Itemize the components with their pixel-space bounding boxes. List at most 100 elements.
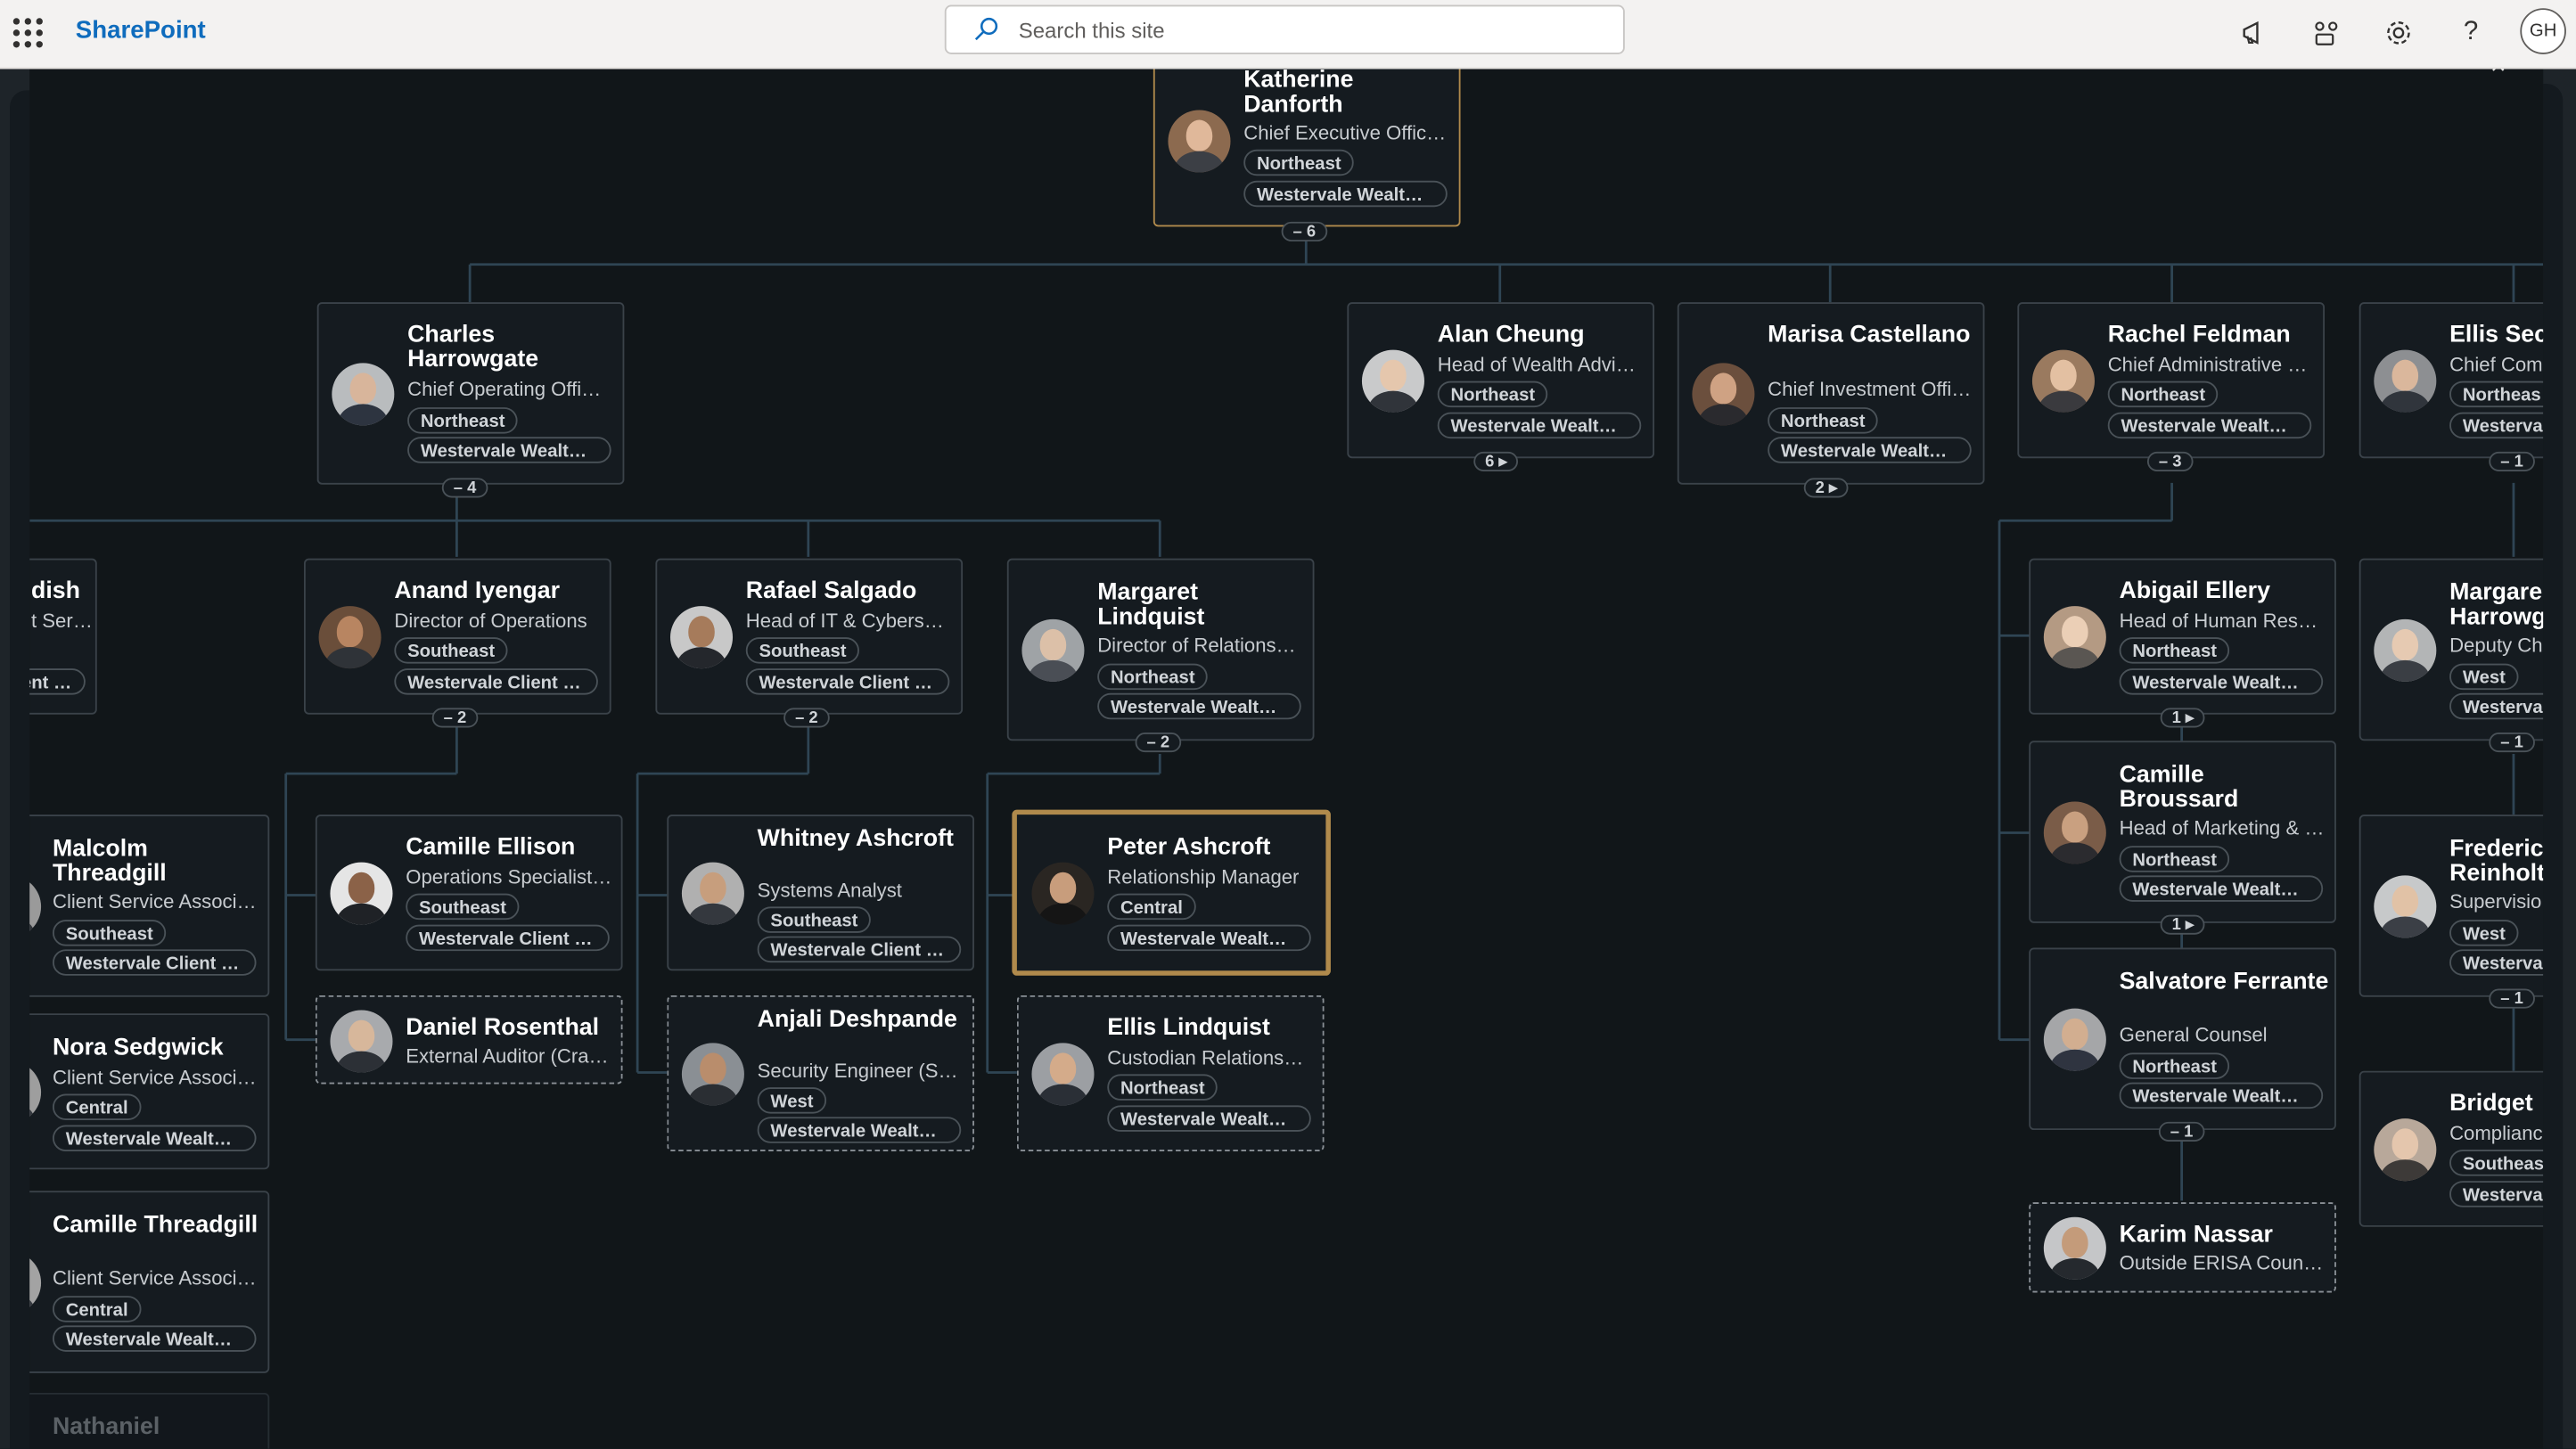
company-chip: Westervale Client … (745, 668, 950, 695)
org-card-frederic-reinholt[interactable]: Frederic Reinholt Supervisio West Wester… (2359, 815, 2544, 997)
person-name: Marisa Castellano (1768, 322, 1971, 348)
person-name: Whitney Ashcroft (757, 826, 954, 853)
company-chip: Westervale Client … (406, 924, 610, 952)
search-box[interactable]: Search this site (944, 4, 1625, 54)
avatar (2043, 1008, 2106, 1071)
help-icon[interactable]: ? (2451, 13, 2490, 53)
org-card-bridget[interactable]: Bridget Complianc Southeas Westerva (2359, 1070, 2544, 1227)
reports-toggle[interactable]: – 2 (431, 708, 479, 728)
org-card-abigail-ellery[interactable]: Abigail Ellery Head of Human Reso… North… (2029, 558, 2336, 715)
person-title: Client Service Associ… (52, 1266, 257, 1289)
avatar (29, 1251, 42, 1314)
org-card-ellis-lindquist[interactable]: Ellis Lindquist Custodian Relationsh… No… (1016, 995, 1325, 1152)
person-title: Chief Investment Offi… (1768, 377, 1972, 401)
org-card-rachel-feldman[interactable]: Rachel Feldman Chief Administrative … No… (2017, 302, 2326, 459)
reports-toggle[interactable]: – 3 (2146, 451, 2194, 471)
org-card-malcolm-threadgill[interactable]: Malcolm Threadgill Client Service Associ… (29, 815, 270, 997)
avatar (2374, 349, 2437, 413)
region-chip: Southeast (745, 637, 860, 664)
org-card-nora-sedgwick[interactable]: Nora Sedgwick Client Service Associ… Cen… (29, 1013, 270, 1170)
reports-toggle[interactable]: 2 ▸ (1803, 478, 1850, 498)
company-chip: Westervale Wealt… (52, 1325, 257, 1352)
region-chip: Northeast (407, 407, 519, 434)
org-card-camille-threadgill[interactable]: Camille Threadgill Client Service Associ… (29, 1191, 270, 1373)
reports-toggle[interactable]: 1 ▸ (2160, 708, 2206, 728)
region-chip: West (2449, 920, 2519, 946)
app-launcher-icon[interactable] (12, 18, 43, 48)
org-card-rafael-salgado[interactable]: Rafael Salgado Head of IT & Cybers… Sout… (655, 558, 964, 715)
org-card-charles-harrowgate[interactable]: Charles Harrowgate Chief Operating Offi…… (316, 302, 625, 485)
person-title: Client Service Associ… (52, 1066, 257, 1089)
region-chip: Northeast (2119, 1052, 2230, 1079)
person-name: Nora Sedgwick (52, 1035, 224, 1061)
company-chip: Westervale Wealt… (1768, 437, 1972, 463)
page-background-right (2543, 67, 2576, 1449)
region-chip: Northeast (2107, 381, 2219, 408)
reports-toggle[interactable]: – 1 (2158, 1121, 2205, 1142)
person-title: Director of Operations (394, 609, 587, 633)
user-avatar[interactable]: GH (2520, 8, 2566, 54)
org-card-margaret-lindquist[interactable]: Margaret Lindquist Director of Relations… (1006, 558, 1315, 741)
org-card-margare-harrowg[interactable]: Margare Harrowg Deputy Ch West Westerva (2359, 558, 2544, 741)
company-chip: Westervale Wealt… (2119, 668, 2324, 695)
org-card-anjali-deshpande[interactable]: Anjali Deshpande Security Engineer (S… W… (667, 995, 974, 1152)
person-title: Relationship Manager (1107, 865, 1300, 889)
reports-toggle[interactable]: – 2 (1135, 733, 1182, 753)
person-title: t Ser… (31, 609, 93, 633)
avatar (332, 363, 395, 426)
region-chip: Southeast (52, 920, 167, 946)
org-card-cutoff-left[interactable]: dish t Ser… ent … (29, 558, 97, 715)
person-name: Camille Broussard (2119, 762, 2239, 814)
reports-toggle[interactable]: – 1 (2489, 733, 2535, 753)
org-card-whitney-ashcroft[interactable]: Whitney Ashcroft Systems Analyst Southea… (667, 815, 974, 971)
reports-toggle[interactable]: – 1 (2489, 988, 2535, 1009)
org-chart-canvas[interactable]: Katherine Danforth Chief Executive Offic… (29, 67, 2544, 1449)
company-chip: Westervale Wealt… (407, 437, 611, 463)
avatar (330, 862, 393, 925)
person-title: Head of Wealth Advi… (1437, 353, 1636, 377)
app-name[interactable]: SharePoint (76, 16, 206, 44)
region-chip: Southeast (406, 893, 520, 921)
region-chip: Central (52, 1093, 142, 1121)
person-title: Security Engineer (S… (757, 1059, 958, 1083)
avatar (1692, 363, 1755, 426)
org-card-karim-nassar[interactable]: Karim Nassar Outside ERISA Coun… (2029, 1202, 2336, 1293)
reports-toggle[interactable]: 1 ▸ (2160, 914, 2206, 935)
person-name: Margaret Lindquist (1097, 579, 1205, 631)
share-icon[interactable] (2307, 13, 2346, 53)
region-chip: West (2449, 663, 2519, 691)
org-card-katherine-danforth[interactable]: Katherine Danforth Chief Executive Offic… (1153, 67, 1461, 227)
region-chip: Central (1107, 893, 1196, 921)
person-name: Charles Harrowgate (407, 322, 539, 373)
company-chip: Westervale Wealt… (2107, 412, 2312, 439)
org-card-anand-iyengar[interactable]: Anand Iyengar Director of Operations Sou… (303, 558, 611, 715)
reports-toggle[interactable]: – 2 (783, 708, 830, 728)
reports-toggle[interactable]: – 4 (441, 478, 488, 498)
megaphone-icon[interactable] (2235, 13, 2274, 53)
org-card-salvatore-ferrante[interactable]: Salvatore Ferrante General Counsel North… (2029, 947, 2336, 1131)
reports-toggle[interactable]: – 6 (1281, 221, 1328, 242)
org-card-peter-ashcroft[interactable]: Peter Ashcroft Relationship Manager Cent… (1012, 809, 1331, 976)
avatar (2374, 875, 2437, 938)
org-card-ellis-sec[interactable]: Ellis Sec Chief Com Northeas Westerva (2359, 302, 2544, 459)
org-card-daniel-rosenthal[interactable]: Daniel Rosenthal External Auditor (Cra… (315, 995, 623, 1085)
settings-icon[interactable] (2379, 13, 2418, 53)
person-name: Ellis Lindquist (1107, 1015, 1270, 1042)
reports-toggle[interactable]: 6 ▸ (1473, 451, 1519, 471)
person-name: Nathaniel (52, 1413, 160, 1441)
search-icon (974, 17, 998, 41)
person-title: Outside ERISA Coun… (2119, 1251, 2324, 1275)
person-name: Katherine Danforth (1243, 67, 1354, 119)
region-chip: Northeast (2119, 846, 2230, 872)
org-card-alan-cheung[interactable]: Alan Cheung Head of Wealth Advi… Northea… (1347, 302, 1655, 459)
org-card-camille-ellison[interactable]: Camille Ellison Operations Specialist… S… (315, 815, 623, 971)
person-name: Alan Cheung (1437, 322, 1585, 348)
reports-toggle[interactable]: – 1 (2489, 451, 2535, 471)
org-card-nathaniel[interactable]: Nathaniel (29, 1392, 270, 1449)
person-title: Head of IT & Cybers… (745, 609, 944, 633)
person-name: Anjali Deshpande (757, 1006, 957, 1034)
person-title: Chief Administrative … (2107, 353, 2308, 377)
org-card-marisa-castellano[interactable]: Marisa Castellano Chief Investment Offi…… (1677, 302, 1985, 485)
person-name: Peter Ashcroft (1107, 834, 1271, 861)
org-card-camille-broussard[interactable]: Camille Broussard Head of Marketing & … … (2029, 741, 2336, 923)
